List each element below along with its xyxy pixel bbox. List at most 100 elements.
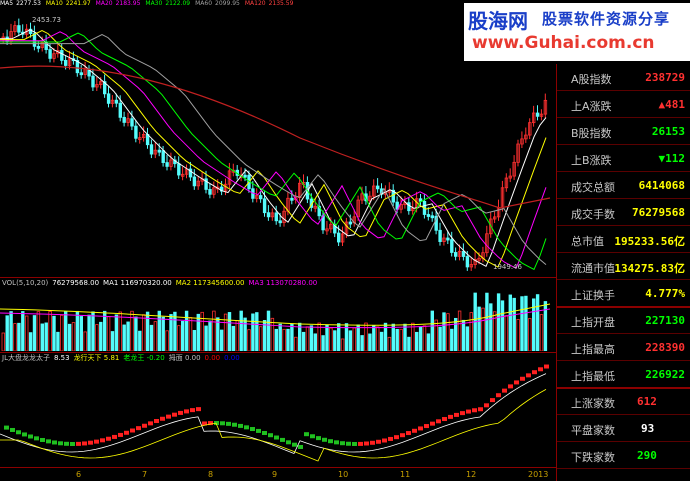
stat-row: 流通市值 134275.83亿	[557, 253, 690, 280]
indicator-dot	[10, 427, 15, 432]
stat-row: 上指最高 228390	[557, 334, 690, 361]
stat-row: 上A涨跌 ▲481	[557, 91, 690, 118]
stat-value: 26153	[651, 125, 685, 138]
volume-bar	[153, 321, 158, 351]
indicator-dot	[244, 425, 249, 430]
volume-bar	[504, 315, 509, 351]
stat-value: 226922	[645, 368, 685, 381]
indicator-dot	[88, 440, 93, 445]
volume-bar	[442, 312, 446, 351]
kline-chart-area[interactable]: MA5 2277.53 MA10 2241.97 MA20 2183.95 MA30 2122…	[0, 0, 556, 481]
stat-label: 上指开盘	[571, 316, 615, 329]
volume-bar	[75, 310, 80, 351]
indicator-legend-item: 龙行天下 5.81	[73, 354, 120, 362]
indicator-dot	[400, 433, 405, 438]
stats-panel: A股指数 238729 上A涨跌 ▲481 B股指数 26153 上B涨跌 ▼112 成交总额 6…	[556, 64, 690, 481]
indicator-dot	[100, 438, 105, 443]
candle	[114, 99, 119, 104]
volume-bar	[149, 324, 154, 351]
candle	[79, 72, 83, 76]
ma-legend-value: 2183.95	[115, 0, 141, 7]
candle	[438, 229, 442, 242]
stat-label: 上指最高	[571, 343, 615, 356]
candle	[161, 150, 165, 163]
indicator-dot	[454, 412, 459, 417]
stat-row: B股指数 26153	[557, 118, 690, 145]
indicator-dot	[310, 434, 315, 439]
volume-bar	[212, 310, 216, 351]
stat-value: 6414068	[638, 179, 685, 192]
indicator-legend-item: 拇面 0.00	[168, 354, 201, 362]
volume-bar	[126, 321, 130, 351]
stat-row: A股指数 238729	[557, 64, 690, 91]
volume-bar	[516, 319, 520, 351]
indicator-chart[interactable]	[0, 364, 556, 466]
volume-bar	[520, 296, 524, 351]
site-banner[interactable]: 股海网 股票软件资源分享 www.Guhai.com.cn	[464, 0, 690, 64]
volume-bar	[21, 311, 25, 351]
site-url[interactable]: www.Guhai.com.cn	[472, 33, 655, 53]
indicator-dot	[334, 440, 339, 445]
candle	[266, 212, 271, 218]
indicator-dot	[142, 423, 147, 428]
volume-bar	[372, 325, 376, 351]
volume-bar	[239, 310, 243, 351]
candle	[122, 116, 126, 123]
indicator-dot	[28, 434, 33, 439]
volume-bar	[157, 310, 161, 351]
volume-bar	[192, 330, 197, 351]
indicator-dot	[160, 416, 165, 421]
volume-bar	[48, 311, 52, 351]
volume-bar	[294, 336, 298, 351]
candle	[243, 174, 247, 178]
indicator-dot	[94, 439, 99, 444]
indicator-dot	[526, 373, 531, 378]
candle	[274, 212, 278, 222]
indicator-dot	[352, 441, 357, 446]
volume-bar	[266, 310, 271, 351]
x-axis-label: 6	[76, 470, 82, 479]
indicator-dot	[196, 407, 201, 412]
indicator-dot	[466, 409, 471, 414]
volume-bar	[9, 311, 13, 351]
stat-value: 134275.83亿	[614, 262, 685, 275]
indicator-dot	[178, 410, 183, 415]
indicator-dot	[76, 441, 81, 446]
indicator-dot	[406, 431, 411, 436]
candle	[348, 221, 353, 225]
indicator-dot	[298, 444, 303, 449]
moving-average-line	[0, 31, 547, 269]
volume-bar	[188, 317, 193, 351]
ma-legend-item: MA20	[95, 0, 113, 7]
volume-bar	[282, 328, 286, 351]
indicator-dot	[286, 440, 291, 445]
stat-value: 4.777%	[645, 287, 685, 300]
indicator-dot	[532, 370, 537, 375]
indicator-dot	[460, 411, 465, 416]
indicator-dot	[322, 437, 327, 442]
candle	[208, 189, 212, 195]
ma-legend-value: 2135.59	[268, 0, 294, 7]
volume-bar	[391, 323, 395, 351]
candle	[461, 250, 466, 257]
volume-bar	[461, 319, 466, 351]
volume-bar	[543, 301, 548, 351]
volume-bar	[71, 322, 76, 351]
stat-value: 612	[637, 395, 657, 408]
volume-bar	[270, 317, 275, 351]
volume-bar	[17, 322, 21, 351]
indicator-dot	[328, 439, 333, 444]
indicator-dot	[358, 441, 363, 446]
volume-bar	[91, 311, 95, 351]
candle	[32, 33, 37, 47]
ma-legend-item: MA30	[145, 0, 163, 7]
volume-bar	[95, 324, 99, 351]
volume-chart[interactable]	[0, 289, 556, 351]
volume-bar	[512, 297, 516, 351]
volume-bar	[103, 310, 107, 351]
volume-bar	[407, 336, 411, 351]
volume-bar	[348, 330, 353, 351]
volume-bar	[356, 324, 360, 351]
candle	[290, 197, 294, 201]
stat-value: 195233.56亿	[614, 235, 685, 248]
